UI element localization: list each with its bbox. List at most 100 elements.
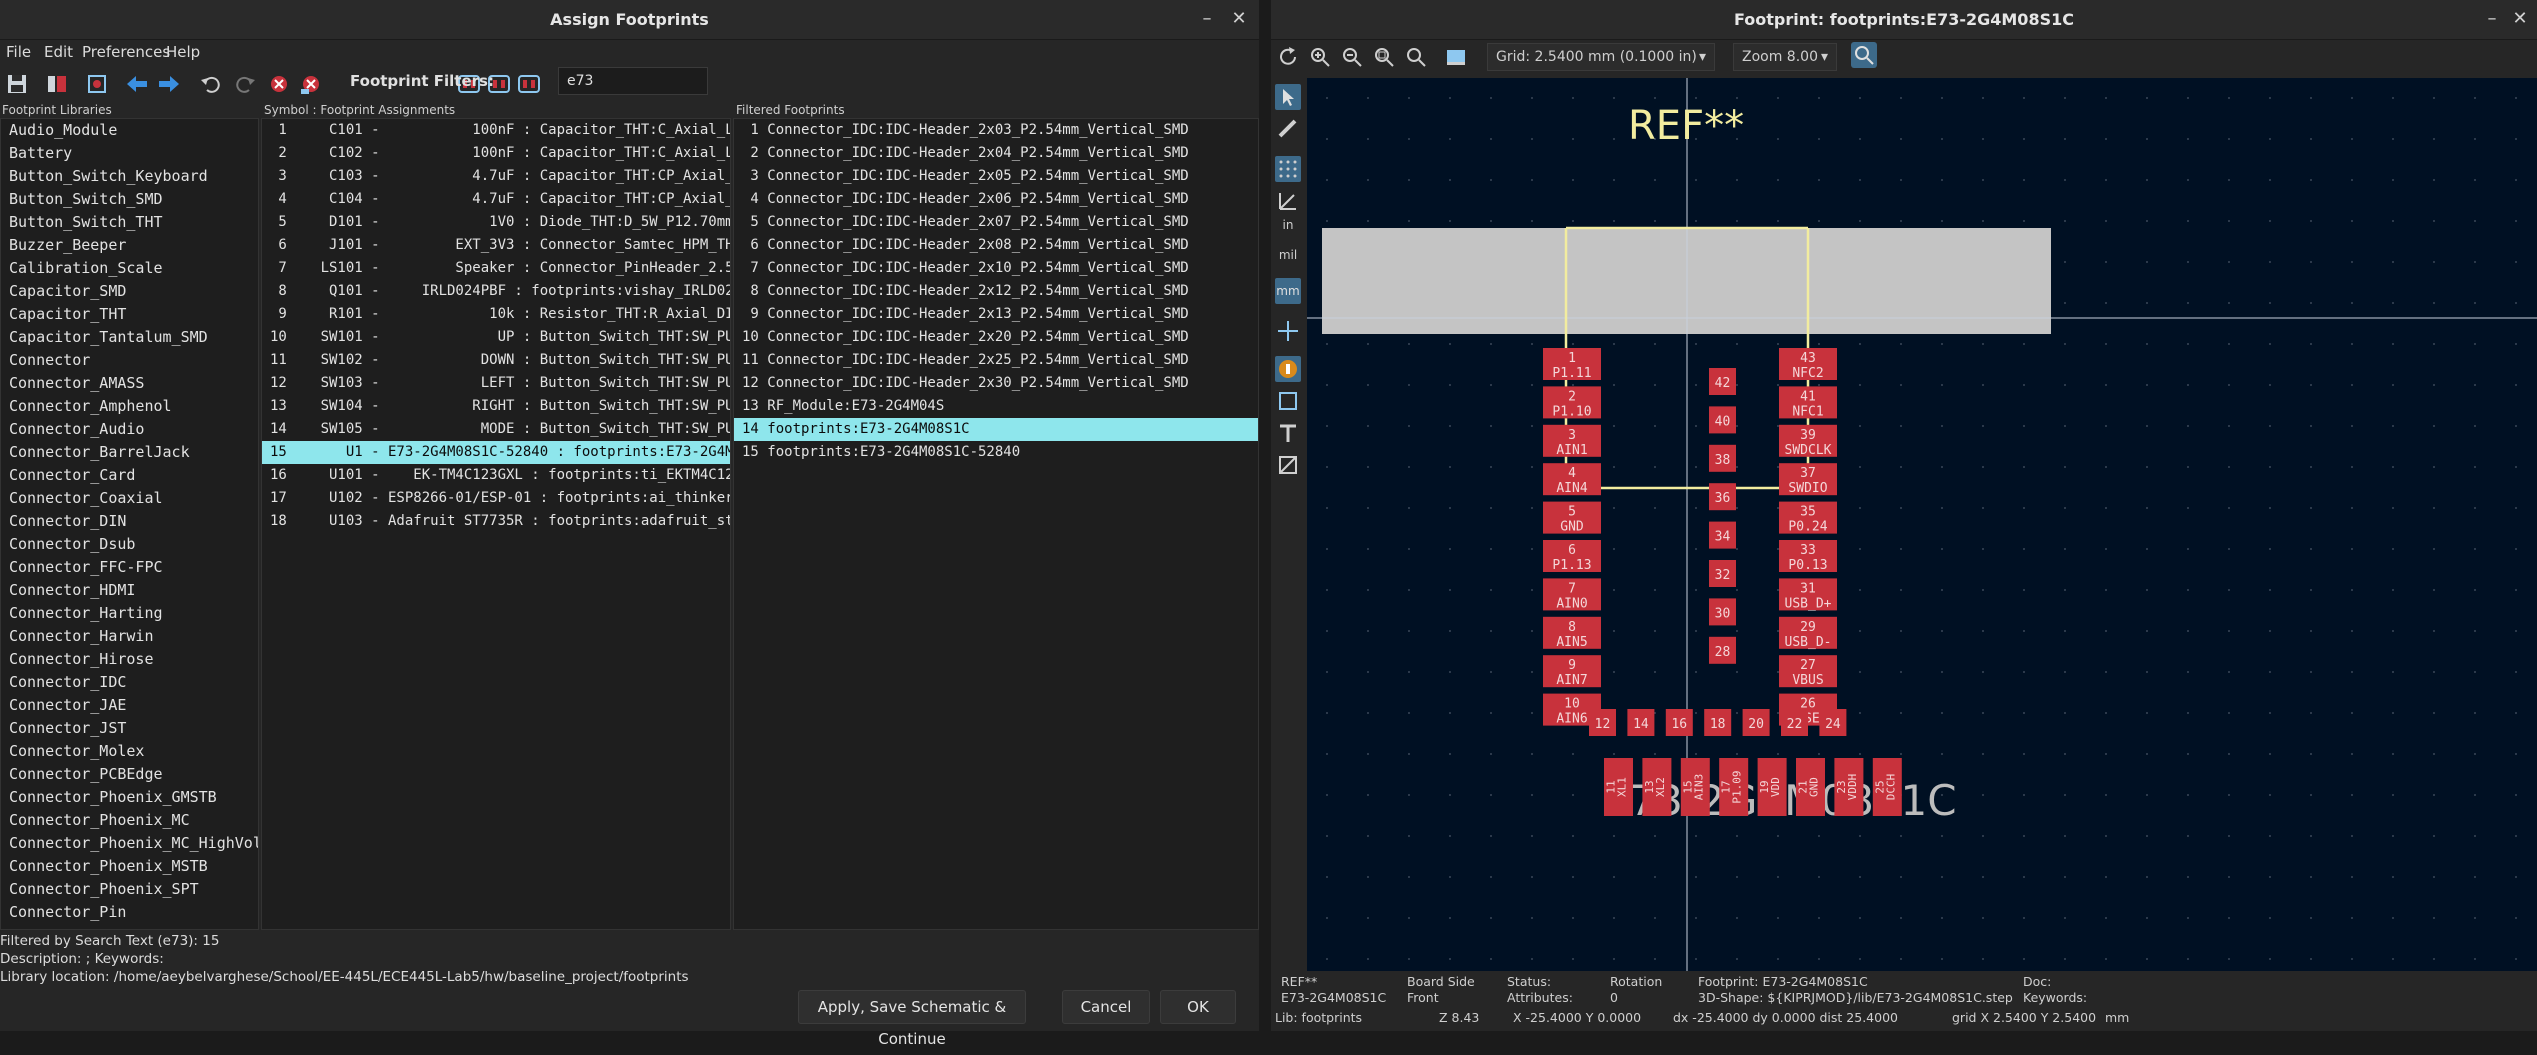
library-item[interactable]: Capacitor_Tantalum_SMD xyxy=(1,326,258,349)
zoom-in-icon[interactable] xyxy=(1307,44,1333,70)
select-tool-icon[interactable] xyxy=(1275,84,1301,110)
undo-icon[interactable] xyxy=(198,71,224,97)
assignment-row[interactable]: 6 J101 - EXT_3V3 : Connector_Samtec_HPM_… xyxy=(262,234,730,257)
library-item[interactable]: Connector_Hirose xyxy=(1,648,258,671)
mm-units-icon[interactable]: mm xyxy=(1275,278,1301,304)
library-item[interactable]: Connector_Audio xyxy=(1,418,258,441)
filtered-footprint-row[interactable]: 2 Connector_IDC:IDC-Header_2x04_P2.54mm_… xyxy=(734,142,1258,165)
library-table-icon[interactable] xyxy=(44,71,70,97)
close-icon[interactable]: ✕ xyxy=(2507,6,2533,32)
library-item[interactable]: Connector_DIN xyxy=(1,510,258,533)
assignment-row[interactable]: 15 U1 - E73-2G4M08S1C-52840 : footprints… xyxy=(262,441,730,464)
ok-button[interactable]: OK xyxy=(1160,990,1236,1024)
libraries-list[interactable]: Audio_Module Battery Button_Switch_Keyboar… xyxy=(0,118,259,930)
measure-tool-icon[interactable] xyxy=(1275,116,1301,142)
library-item[interactable]: Connector_Harting xyxy=(1,602,258,625)
library-item[interactable]: Connector_Amphenol xyxy=(1,395,258,418)
menu-edit[interactable]: Edit xyxy=(44,43,73,61)
assignment-row[interactable]: 4 C104 - 4.7uF : Capacitor_THT:CP_Axial_… xyxy=(262,188,730,211)
library-item[interactable]: Connector_Phoenix_MC xyxy=(1,809,258,832)
filtered-footprint-row[interactable]: 9 Connector_IDC:IDC-Header_2x13_P2.54mm_… xyxy=(734,303,1258,326)
3d-view-icon[interactable] xyxy=(1443,44,1469,70)
pad-numbers-icon[interactable] xyxy=(1275,356,1301,382)
refresh-icon[interactable] xyxy=(1275,44,1301,70)
library-item[interactable]: Connector_BarrelJack xyxy=(1,441,258,464)
viewer-titlebar[interactable]: Footprint: footprints:E73-2G4M08S1C – ✕ xyxy=(1271,0,2537,40)
zoom-objects-icon[interactable] xyxy=(1403,44,1429,70)
filtered-footprint-row[interactable]: 1 Connector_IDC:IDC-Header_2x03_P2.54mm_… xyxy=(734,119,1258,142)
library-item[interactable]: Connector_Phoenix_GMSTB xyxy=(1,786,258,809)
filtered-footprint-row[interactable]: 15 footprints:E73-2G4M08S1C-52840 xyxy=(734,441,1258,464)
titlebar[interactable]: Assign Footprints – ✕ xyxy=(0,0,1259,40)
menu-help[interactable]: Help xyxy=(166,43,200,61)
assignment-row[interactable]: 9 R101 - 10k : Resistor_THT:R_Axial_DIN xyxy=(262,303,730,326)
filtered-footprint-row[interactable]: 14 footprints:E73-2G4M08S1C xyxy=(734,418,1258,441)
polar-coords-icon[interactable] xyxy=(1275,188,1301,214)
filtered-footprint-row[interactable]: 4 Connector_IDC:IDC-Header_2x06_P2.54mm_… xyxy=(734,188,1258,211)
cancel-button[interactable]: Cancel xyxy=(1062,990,1150,1024)
menu-file[interactable]: File xyxy=(6,43,31,61)
assignment-row[interactable]: 18 U103 - Adafruit ST7735R : footprints:… xyxy=(262,510,730,533)
library-item[interactable]: Connector_Harwin xyxy=(1,625,258,648)
assignment-row[interactable]: 3 C103 - 4.7uF : Capacitor_THT:CP_Axial_… xyxy=(262,165,730,188)
minimize-icon[interactable]: – xyxy=(1194,6,1220,32)
delete-all-association-icon[interactable] xyxy=(298,71,324,97)
filtered-footprint-row[interactable]: 7 Connector_IDC:IDC-Header_2x10_P2.54mm_… xyxy=(734,257,1258,280)
minimize-icon[interactable]: – xyxy=(2479,6,2505,32)
filtered-footprint-row[interactable]: 8 Connector_IDC:IDC-Header_2x12_P2.54mm_… xyxy=(734,280,1258,303)
library-item[interactable]: Button_Switch_THT xyxy=(1,211,258,234)
library-item[interactable]: Connector_FFC-FPC xyxy=(1,556,258,579)
filtered-footprint-row[interactable]: 12 Connector_IDC:IDC-Header_2x30_P2.54mm… xyxy=(734,372,1258,395)
library-item[interactable]: Connector xyxy=(1,349,258,372)
library-item[interactable]: Buzzer_Beeper xyxy=(1,234,258,257)
library-item[interactable]: Connector_JAE xyxy=(1,694,258,717)
library-item[interactable]: Connector_AMASS xyxy=(1,372,258,395)
assignment-row[interactable]: 17 U102 - ESP8266-01/ESP-01 : footprints… xyxy=(262,487,730,510)
footprint-canvas[interactable]: REF**E73-2G4M08S1C1P1.112P1.103AIN14AIN4… xyxy=(1307,78,2537,971)
library-item[interactable]: Battery xyxy=(1,142,258,165)
zoom-fit-icon[interactable] xyxy=(1371,44,1397,70)
filtered-footprint-row[interactable]: 5 Connector_IDC:IDC-Header_2x07_P2.54mm_… xyxy=(734,211,1258,234)
filtered-footprint-row[interactable]: 10 Connector_IDC:IDC-Header_2x20_P2.54mm… xyxy=(734,326,1258,349)
library-item[interactable]: Connector_Phoenix_SPT xyxy=(1,878,258,901)
mils-units-icon[interactable]: mil xyxy=(1275,248,1301,274)
inches-units-icon[interactable]: in xyxy=(1275,218,1301,244)
filtered-footprint-row[interactable]: 11 Connector_IDC:IDC-Header_2x25_P2.54mm… xyxy=(734,349,1258,372)
library-item[interactable]: Connector_JST xyxy=(1,717,258,740)
pad-sketch-icon[interactable] xyxy=(1275,388,1301,414)
assignment-row[interactable]: 1 C101 - 100nF : Capacitor_THT:C_Axial_L… xyxy=(262,119,730,142)
assignment-row[interactable]: 14 SW105 - MODE : Button_Switch_THT:SW_P… xyxy=(262,418,730,441)
library-item[interactable]: Connector_PCBEdge xyxy=(1,763,258,786)
library-item[interactable]: Connector_Molex xyxy=(1,740,258,763)
grid-select[interactable]: Grid: 2.5400 mm (0.1000 in) ▾ xyxy=(1487,43,1715,71)
filtered-footprints-list[interactable]: 1 Connector_IDC:IDC-Header_2x03_P2.54mm_… xyxy=(733,118,1259,930)
save-icon[interactable] xyxy=(4,71,30,97)
library-item[interactable]: Connector_Phoenix_MSTB xyxy=(1,855,258,878)
assignment-row[interactable]: 2 C102 - 100nF : Capacitor_THT:C_Axial_L… xyxy=(262,142,730,165)
assignment-row[interactable]: 7 LS101 - Speaker : Connector_PinHeader_… xyxy=(262,257,730,280)
menu-preferences[interactable]: Preferences xyxy=(82,43,170,61)
library-item[interactable]: Connector_Pin xyxy=(1,901,258,924)
assignment-row[interactable]: 13 SW104 - RIGHT : Button_Switch_THT:SW_… xyxy=(262,395,730,418)
filtered-footprint-row[interactable]: 3 Connector_IDC:IDC-Header_2x05_P2.54mm_… xyxy=(734,165,1258,188)
library-item[interactable]: Connector_IDC xyxy=(1,671,258,694)
library-item[interactable]: Button_Switch_SMD xyxy=(1,188,258,211)
filter-search-input[interactable] xyxy=(558,67,708,95)
cursor-shape-icon[interactable] xyxy=(1275,318,1301,344)
library-item[interactable]: Connector_Phoenix_MC_HighVoltag xyxy=(1,832,258,855)
close-icon[interactable]: ✕ xyxy=(1226,6,1252,32)
library-item[interactable]: Capacitor_SMD xyxy=(1,280,258,303)
footprint-viewer-icon[interactable] xyxy=(84,71,110,97)
grid-toggle-icon[interactable] xyxy=(1275,156,1301,182)
library-item[interactable]: Audio_Module xyxy=(1,119,258,142)
assignment-row[interactable]: 11 SW102 - DOWN : Button_Switch_THT:SW_P… xyxy=(262,349,730,372)
library-item[interactable]: Connector_Dsub xyxy=(1,533,258,556)
assignment-row[interactable]: 5 D101 - 1V0 : Diode_THT:D_5W_P12.70mm xyxy=(262,211,730,234)
filter-by-library-icon[interactable] xyxy=(516,71,542,97)
zoom-out-icon[interactable] xyxy=(1339,44,1365,70)
library-item[interactable]: Connector_Card xyxy=(1,464,258,487)
library-item[interactable]: Connector_Coaxial xyxy=(1,487,258,510)
library-item[interactable]: Capacitor_THT xyxy=(1,303,258,326)
library-item[interactable]: Button_Switch_Keyboard xyxy=(1,165,258,188)
text-sketch-icon[interactable] xyxy=(1275,420,1301,446)
